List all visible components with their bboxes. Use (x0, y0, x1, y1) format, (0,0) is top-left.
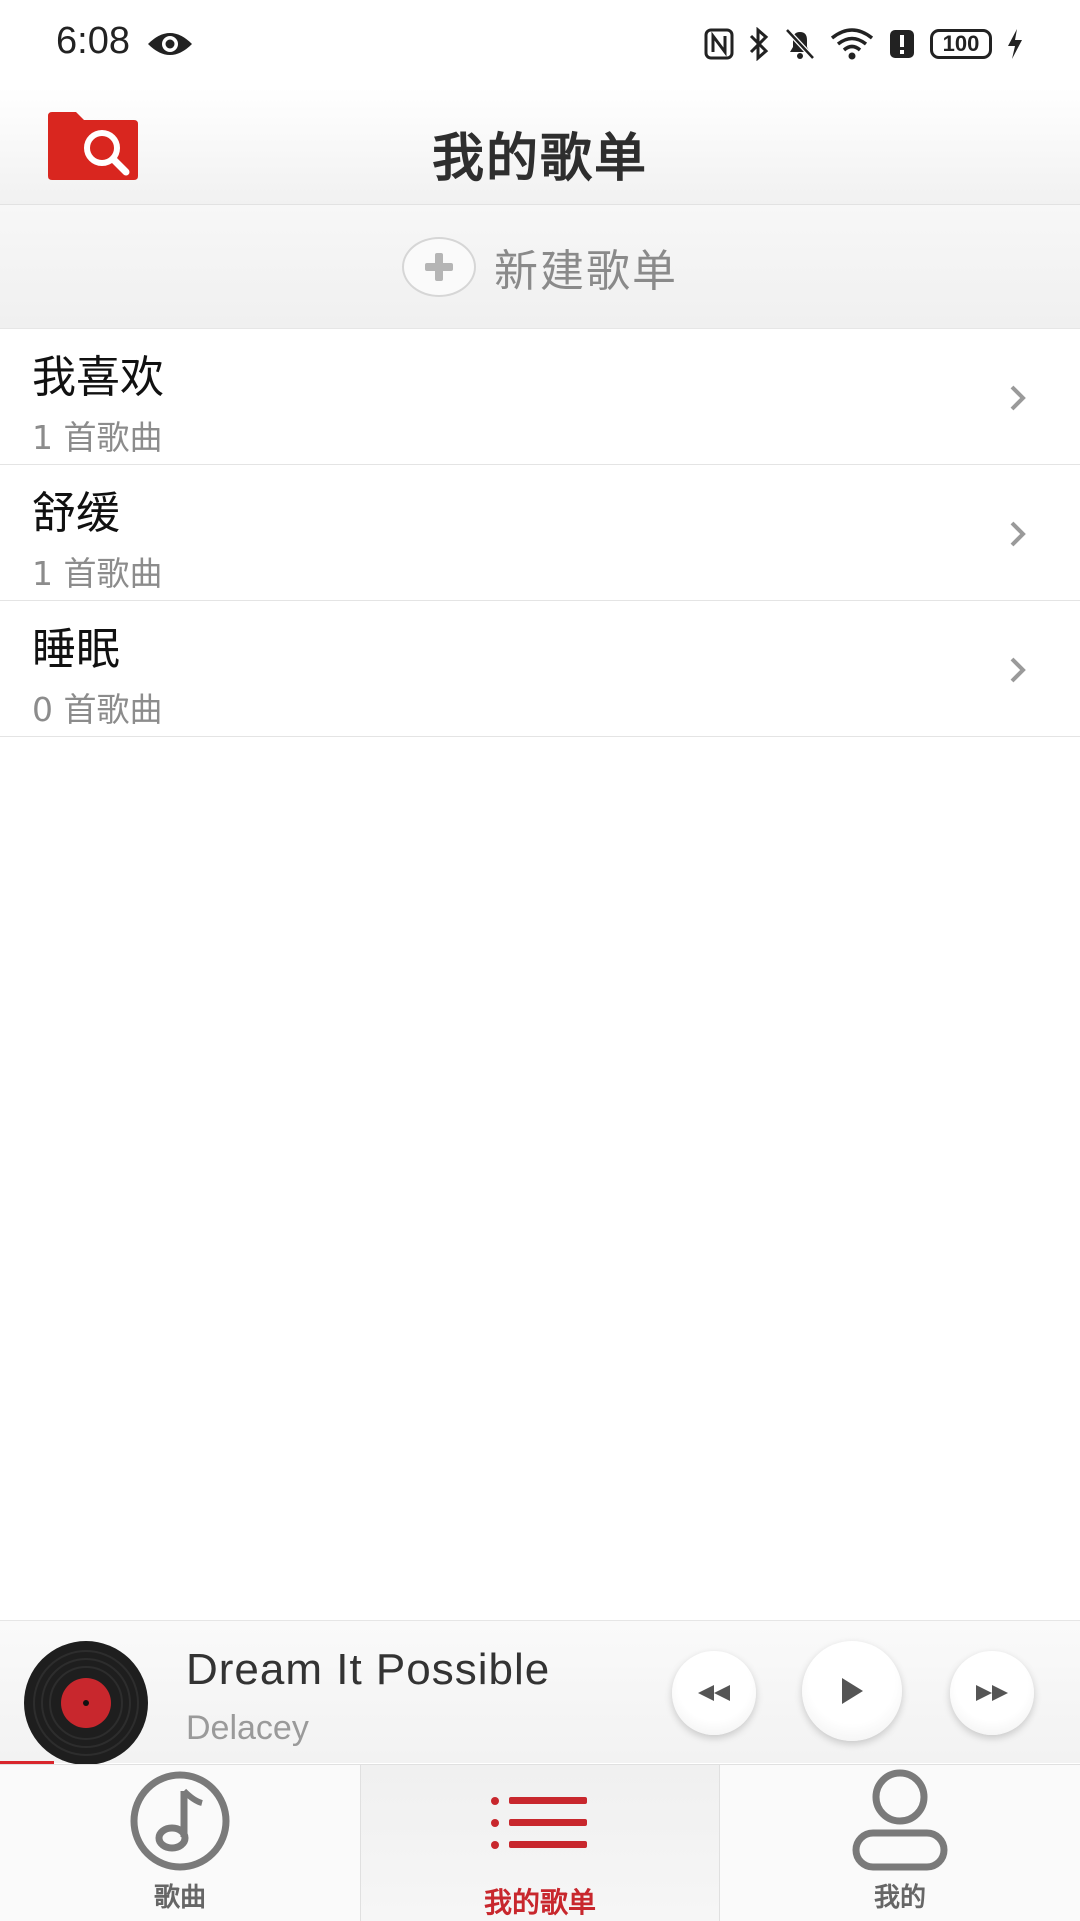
fast-forward-button[interactable] (950, 1651, 1034, 1735)
bluetooth-icon (749, 27, 769, 61)
rewind-button[interactable] (672, 1651, 756, 1735)
list-item[interactable]: 舒缓 1 首歌曲 (0, 465, 1080, 601)
tab-me-label: 我的 (873, 1883, 926, 1913)
plus-icon (402, 236, 476, 297)
playlist-count: 0 首歌曲 (32, 690, 163, 729)
tab-songs[interactable]: 歌曲 (0, 1765, 360, 1921)
chevron-right-icon (1010, 657, 1026, 683)
chevron-right-icon (1010, 521, 1026, 547)
eye-icon (148, 33, 192, 55)
playlist-list: 我喜欢 1 首歌曲 舒缓 1 首歌曲 睡眠 0 首歌曲 (0, 329, 1080, 737)
new-playlist-label: 新建歌单 (494, 245, 678, 297)
playlist-name: 睡眠 (32, 624, 120, 675)
rewind-icon (698, 1685, 730, 1701)
list-item[interactable]: 睡眠 0 首歌曲 (0, 601, 1080, 737)
music-note-icon (130, 1771, 230, 1871)
mini-player[interactable]: Dream It Possible Delacey (0, 1620, 1080, 1765)
fast-forward-icon (976, 1685, 1008, 1701)
charging-icon (1008, 29, 1022, 59)
playlist-name: 舒缓 (32, 488, 120, 539)
status-bar: 6:08 100 (0, 0, 1080, 88)
vinyl-record-icon (24, 1641, 148, 1765)
battery-icon: 100 (930, 29, 992, 59)
header: 我的歌单 (0, 88, 1080, 205)
new-playlist-button[interactable]: 新建歌单 (0, 205, 1080, 329)
tab-my-playlists-label: 我的歌单 (483, 1886, 596, 1919)
play-icon (842, 1678, 863, 1704)
wifi-icon (830, 28, 874, 60)
song-artist: Delacey (186, 1709, 309, 1747)
bottom-nav: 歌曲 我的歌单 我的 (0, 1764, 1080, 1921)
status-icons: 100 (704, 24, 1024, 64)
play-button[interactable] (802, 1641, 902, 1741)
chevron-right-icon (1010, 385, 1026, 411)
mute-icon (785, 28, 815, 60)
playlist-count: 1 首歌曲 (32, 418, 163, 457)
playlist-name: 我喜欢 (32, 352, 164, 403)
playlist-count: 1 首歌曲 (32, 554, 163, 593)
page-title: 我的歌单 (431, 129, 648, 189)
list-item[interactable]: 我喜欢 1 首歌曲 (0, 329, 1080, 465)
tab-my-playlists[interactable]: 我的歌单 (360, 1765, 720, 1921)
tab-me[interactable]: 我的 (720, 1765, 1080, 1921)
user-icon (852, 1769, 948, 1871)
list-icon (491, 1797, 587, 1849)
tab-songs-label: 歌曲 (153, 1883, 206, 1913)
nfc-icon (704, 28, 734, 60)
song-title: Dream It Possible (186, 1645, 551, 1694)
status-time: 6:08 (56, 20, 130, 62)
alert-icon (890, 30, 914, 58)
